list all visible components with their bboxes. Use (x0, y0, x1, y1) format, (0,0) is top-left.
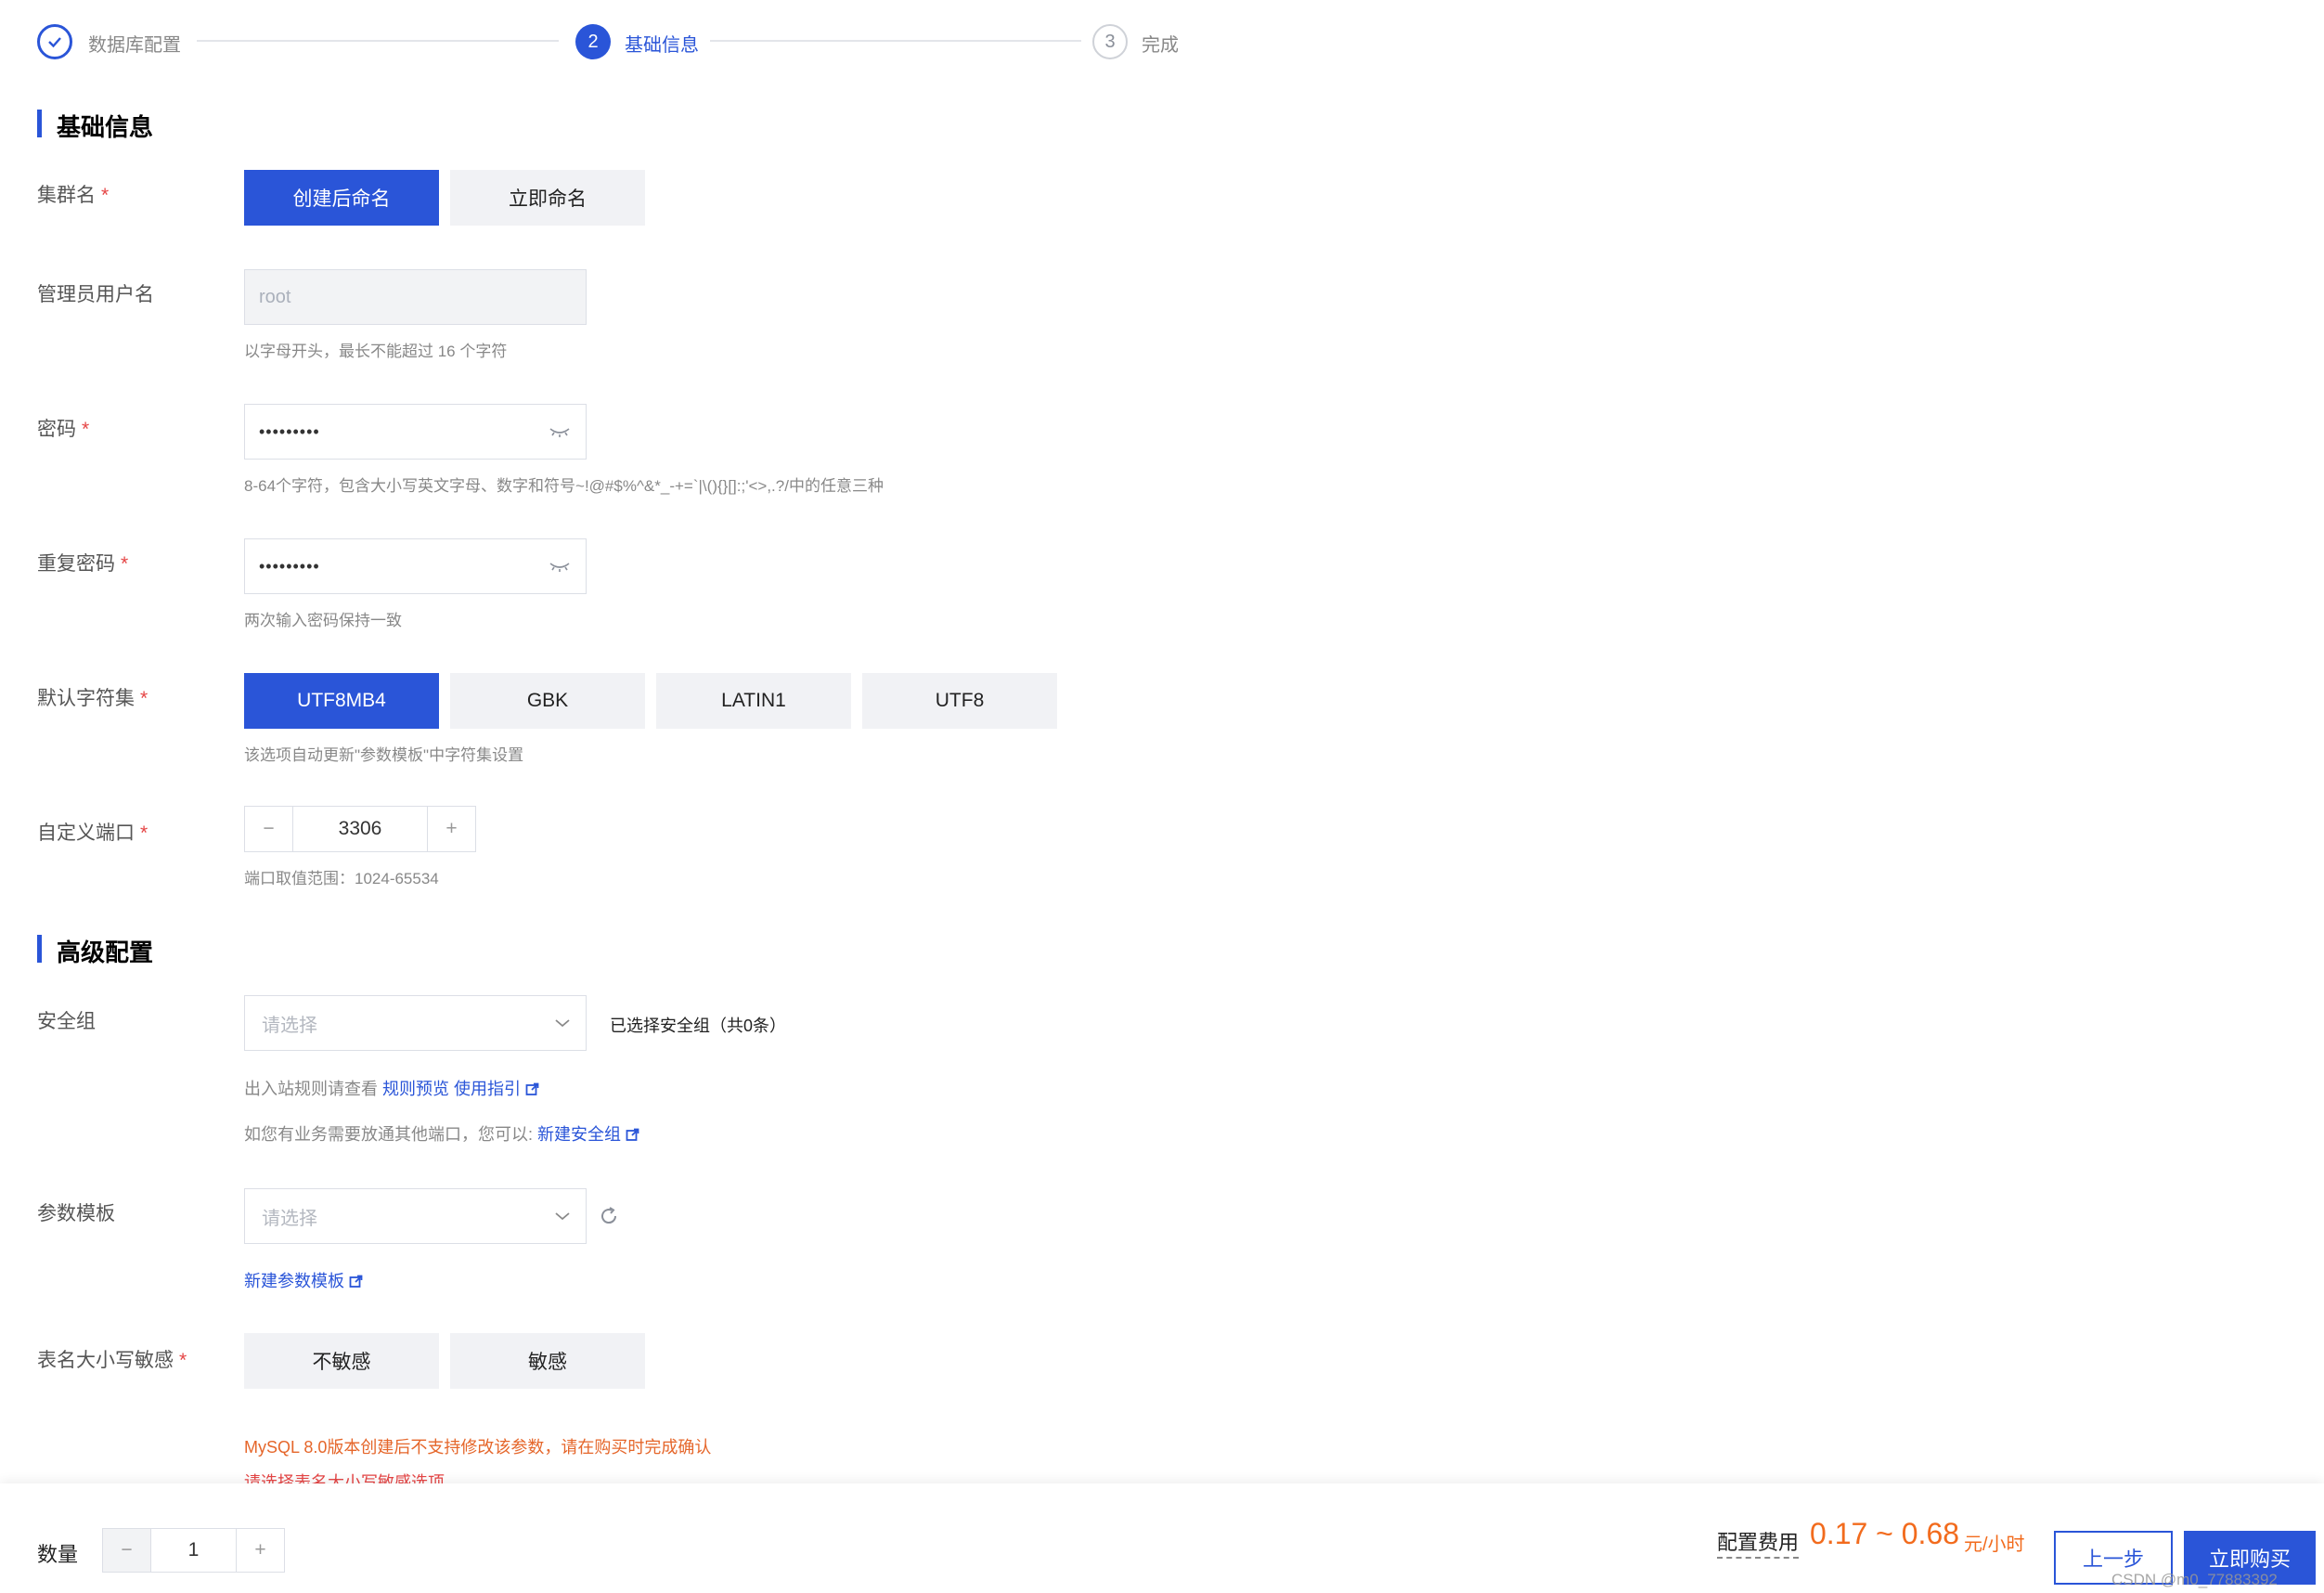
fee-label[interactable]: 配置费用 (1717, 1526, 1800, 1559)
security-group-selected-count: 已选择安全组（共0条） (610, 1017, 787, 1035)
section-marker (37, 935, 42, 963)
price-unit: 元/小时 (1964, 1535, 2025, 1555)
external-link-icon[interactable] (525, 1082, 539, 1096)
step-number-2: 2 (575, 24, 611, 59)
quantity-increment-button[interactable]: + (236, 1528, 285, 1573)
param-template-placeholder: 请选择 (262, 1208, 317, 1229)
port-label: 自定义端口 * (37, 822, 148, 844)
section-marker (37, 110, 42, 137)
port-increment-button[interactable]: + (427, 806, 476, 852)
section-title-basic: 基础信息 (57, 113, 154, 141)
param-template-select[interactable]: 请选择 (244, 1188, 587, 1244)
case-sensitive-button[interactable]: 敏感 (450, 1333, 645, 1389)
external-link-icon[interactable] (626, 1128, 639, 1142)
step-label-basic-info: 基础信息 (625, 35, 699, 56)
case-sensitive-warning: MySQL 8.0版本创建后不支持修改该参数，请在购买时完成确认 (244, 1438, 712, 1457)
step-label-finish: 完成 (1142, 35, 1179, 56)
step-label-db-config: 数据库配置 (88, 35, 181, 56)
quantity-input[interactable]: 1 (150, 1528, 237, 1573)
charset-hint: 该选项自动更新"参数模板"中字符集设置 (244, 746, 524, 764)
new-security-group-link[interactable]: 新建安全组 (537, 1125, 621, 1144)
admin-user-input[interactable]: root (244, 269, 587, 325)
repeat-password-input[interactable]: ••••••••• (244, 538, 587, 594)
port-decrement-button[interactable]: − (244, 806, 293, 852)
new-param-template-wrap: 新建参数模板 (244, 1268, 363, 1292)
step-connector (710, 40, 1081, 42)
quantity-label: 数量 (37, 1543, 79, 1566)
charset-utf8-button[interactable]: UTF8 (862, 673, 1057, 729)
security-group-port-hint: 如您有业务需要放通其他端口，您可以: 新建安全组 (244, 1121, 639, 1146)
security-group-placeholder: 请选择 (262, 1015, 317, 1036)
charset-latin1-button[interactable]: LATIN1 (656, 673, 851, 729)
security-group-select[interactable]: 请选择 (244, 995, 587, 1051)
case-sensitive-label: 表名大小写敏感 * (37, 1350, 187, 1371)
security-group-rule-hint: 出入站规则请查看 规则预览 使用指引 (244, 1076, 539, 1100)
admin-user-hint: 以字母开头，最长不能超过 16 个字符 (244, 343, 508, 360)
charset-gbk-button[interactable]: GBK (450, 673, 645, 729)
admin-user-label: 管理员用户名 (37, 284, 154, 305)
password-hint: 8-64个字符，包含大小写英文字母、数字和符号~!@#$%^&*_-+=`|\(… (244, 477, 884, 495)
step-number-3: 3 (1092, 24, 1128, 59)
rule-preview-link[interactable]: 规则预览 (382, 1080, 449, 1098)
password-label: 密码 * (37, 419, 90, 440)
quantity-decrement-button[interactable]: − (102, 1528, 151, 1573)
case-insensitive-button[interactable]: 不敏感 (244, 1333, 439, 1389)
password-value: ••••••••• (259, 421, 320, 441)
section-title-advanced: 高级配置 (57, 939, 154, 966)
admin-user-value: root (259, 286, 291, 307)
repeat-password-value: ••••••••• (259, 556, 320, 576)
name-now-button[interactable]: 立即命名 (450, 170, 645, 226)
name-after-create-button[interactable]: 创建后命名 (244, 170, 439, 226)
chevron-down-icon (555, 1019, 570, 1028)
eye-closed-icon[interactable] (549, 425, 571, 438)
purchase-footer: 数量 − 1 + 配置费用 0.17 ~ 0.68 元/小时 上一步 立即购买 … (0, 1483, 2324, 1593)
port-hint: 端口取值范围：1024-65534 (244, 870, 439, 887)
step-connector (197, 40, 559, 42)
port-input[interactable]: 3306 (292, 806, 428, 852)
repeat-password-hint: 两次输入密码保持一致 (244, 612, 402, 629)
external-link-icon[interactable] (349, 1275, 363, 1289)
usage-guide-link[interactable]: 使用指引 (454, 1080, 521, 1098)
new-param-template-link[interactable]: 新建参数模板 (244, 1272, 344, 1290)
check-icon (48, 37, 61, 48)
price-range: 0.17 ~ 0.68 (1810, 1517, 1960, 1550)
chevron-down-icon (555, 1212, 570, 1221)
step-done-icon (37, 24, 72, 59)
cluster-name-label: 集群名 * (37, 185, 110, 206)
password-input[interactable]: ••••••••• (244, 404, 587, 460)
param-template-label: 参数模板 (37, 1203, 115, 1224)
security-group-label: 安全组 (37, 1011, 96, 1032)
eye-closed-icon[interactable] (549, 560, 571, 573)
repeat-password-label: 重复密码 * (37, 553, 129, 575)
refresh-icon[interactable] (598, 1205, 620, 1227)
charset-utf8mb4-button[interactable]: UTF8MB4 (244, 673, 439, 729)
watermark: CSDN @m0_77883392 (2111, 1571, 2278, 1588)
charset-label: 默认字符集 * (37, 688, 148, 709)
